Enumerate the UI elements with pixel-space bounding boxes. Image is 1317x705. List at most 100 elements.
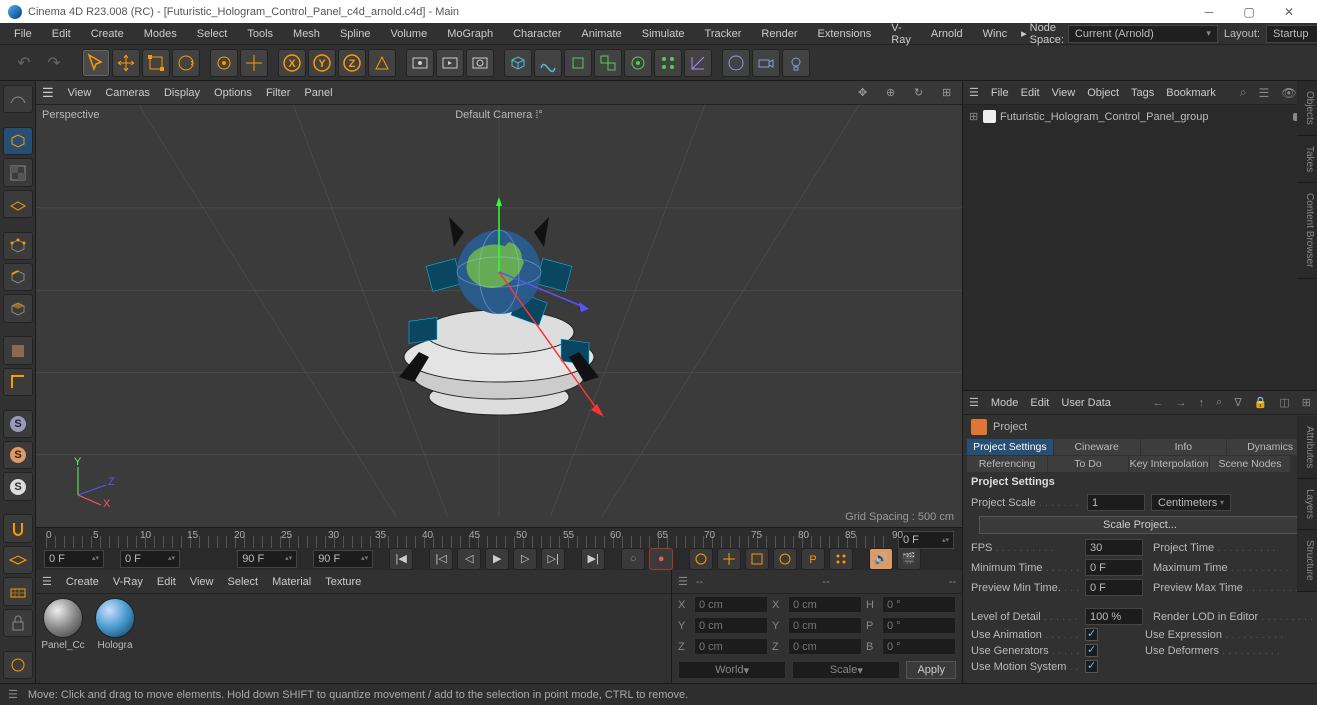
mat-menu-view[interactable]: View bbox=[190, 576, 214, 588]
menu-simulate[interactable]: Simulate bbox=[632, 25, 695, 43]
mode-texture[interactable] bbox=[3, 158, 33, 186]
nav-up-icon[interactable]: ↑ bbox=[1199, 397, 1205, 409]
snap-grid3[interactable]: S bbox=[3, 472, 33, 500]
snap-grid2[interactable]: S bbox=[3, 441, 33, 469]
add-generator[interactable] bbox=[564, 49, 592, 77]
mode-edges[interactable] bbox=[3, 263, 33, 291]
menu-file[interactable]: File bbox=[4, 25, 42, 43]
nodespace-select[interactable]: Current (Arnold) bbox=[1068, 25, 1218, 43]
menu-modes[interactable]: Modes bbox=[134, 25, 187, 43]
goto-end-button[interactable]: ▶| bbox=[581, 548, 605, 570]
tab-key-interpolation[interactable]: Key Interpolation bbox=[1129, 456, 1209, 472]
add-deformer[interactable] bbox=[684, 49, 712, 77]
render-settings[interactable] bbox=[466, 49, 494, 77]
prev-key-button[interactable]: |◁ bbox=[429, 548, 453, 570]
menu-mesh[interactable]: Mesh bbox=[283, 25, 330, 43]
tab-cineware[interactable]: Cineware bbox=[1054, 439, 1140, 455]
plus-icon[interactable]: ⊞ bbox=[1302, 396, 1311, 409]
tool-move[interactable] bbox=[112, 49, 140, 77]
autokey-button[interactable]: ● bbox=[649, 548, 673, 570]
layout-select[interactable]: Startup bbox=[1266, 25, 1317, 43]
misc-icon[interactable] bbox=[3, 651, 33, 679]
key-move-button[interactable] bbox=[717, 548, 741, 570]
hamburger-icon[interactable]: ☰ bbox=[969, 86, 979, 99]
vp-menu-view[interactable]: View bbox=[68, 87, 92, 99]
key-rot-button[interactable] bbox=[773, 548, 797, 570]
use-motion-check[interactable] bbox=[1085, 660, 1098, 673]
coord-space-select[interactable]: World ▾ bbox=[678, 661, 786, 679]
menu-edit[interactable]: Edit bbox=[42, 25, 81, 43]
menu-arnold[interactable]: Arnold bbox=[921, 25, 973, 43]
use-generators-check[interactable] bbox=[1085, 644, 1098, 657]
new-icon[interactable]: ◫ bbox=[1279, 396, 1289, 409]
om-menu-tags[interactable]: Tags bbox=[1131, 87, 1154, 99]
record-button[interactable]: ○ bbox=[621, 548, 645, 570]
mat-menu-vray[interactable]: V-Ray bbox=[113, 576, 143, 588]
add-environment[interactable] bbox=[722, 49, 750, 77]
lock-icon[interactable] bbox=[3, 609, 33, 637]
next-frame-button[interactable]: ▷ bbox=[513, 548, 537, 570]
menu-volume[interactable]: Volume bbox=[381, 25, 438, 43]
prev-frame-button[interactable]: ◁ bbox=[457, 548, 481, 570]
scale-project-button[interactable]: Scale Project... bbox=[979, 516, 1301, 534]
goto-frame-field[interactable]: 0 F bbox=[898, 531, 954, 549]
sidetab-layers[interactable]: Layers bbox=[1297, 479, 1317, 530]
axis-z[interactable]: Z bbox=[338, 49, 366, 77]
search-icon[interactable]: ⌕ bbox=[1240, 85, 1247, 100]
material-item[interactable]: Hologra bbox=[92, 598, 138, 679]
lock-icon[interactable]: 🔒 bbox=[1254, 396, 1268, 409]
tool-lastused[interactable] bbox=[210, 49, 238, 77]
mode-points[interactable] bbox=[3, 232, 33, 260]
om-menu-file[interactable]: File bbox=[991, 87, 1009, 99]
menu-select[interactable]: Select bbox=[187, 25, 238, 43]
undo-button[interactable]: ↶ bbox=[10, 52, 38, 74]
size-z-field[interactable]: 0 cm bbox=[788, 638, 862, 655]
sound-button[interactable]: 🔊 bbox=[869, 548, 893, 570]
project-scale-field[interactable]: 1 bbox=[1087, 494, 1145, 511]
menu-create[interactable]: Create bbox=[81, 25, 134, 43]
sidetab-takes[interactable]: Takes bbox=[1297, 136, 1317, 183]
tool-scale[interactable] bbox=[142, 49, 170, 77]
tool-crosshair[interactable] bbox=[240, 49, 268, 77]
total-frames-field[interactable]: 90 F bbox=[313, 550, 373, 568]
vp-menu-display[interactable]: Display bbox=[164, 87, 200, 99]
mat-menu-select[interactable]: Select bbox=[228, 576, 259, 588]
preview-min-field[interactable]: 0 F bbox=[1085, 579, 1143, 596]
sidetab-objects[interactable]: Objects bbox=[1297, 81, 1317, 136]
render-view[interactable] bbox=[406, 49, 434, 77]
rot-p-field[interactable]: 0 ° bbox=[882, 617, 956, 634]
play-button[interactable]: ▶ bbox=[485, 548, 509, 570]
vp-nav-icon3[interactable]: ↻ bbox=[914, 86, 928, 100]
key-scale-button[interactable] bbox=[745, 548, 769, 570]
vp-menu-filter[interactable]: Filter bbox=[266, 87, 290, 99]
add-cube[interactable] bbox=[504, 49, 532, 77]
size-y-field[interactable]: 0 cm bbox=[788, 617, 862, 634]
enable-axis[interactable] bbox=[3, 336, 33, 364]
vp-menu-panel[interactable]: Panel bbox=[304, 87, 332, 99]
axis-y[interactable]: Y bbox=[308, 49, 336, 77]
vp-menu-options[interactable]: Options bbox=[214, 87, 252, 99]
min-time-field[interactable]: 0 F bbox=[1085, 559, 1143, 576]
timeline-ruler[interactable]: 0 F 051015202530354045505560657075808590 bbox=[46, 528, 892, 548]
add-light[interactable] bbox=[782, 49, 810, 77]
menu-character[interactable]: Character bbox=[503, 25, 571, 43]
attr-menu-mode[interactable]: Mode bbox=[991, 397, 1019, 409]
coord-system[interactable] bbox=[368, 49, 396, 77]
use-animation-check[interactable] bbox=[1085, 628, 1098, 641]
key-param-button[interactable]: P bbox=[801, 548, 825, 570]
project-scale-unit[interactable]: Centimeters bbox=[1151, 494, 1231, 511]
mat-menu-texture[interactable]: Texture bbox=[325, 576, 361, 588]
tab-referencing[interactable]: Referencing bbox=[967, 456, 1047, 472]
filter-icon[interactable]: ☰ bbox=[1259, 86, 1270, 100]
size-x-field[interactable]: 0 cm bbox=[788, 596, 862, 613]
tab-info[interactable]: Info bbox=[1141, 439, 1227, 455]
sidetab-structure[interactable]: Structure bbox=[1297, 530, 1317, 592]
attr-menu-edit[interactable]: Edit bbox=[1030, 397, 1049, 409]
viewport[interactable]: Perspective Default Camera ⁞° Grid Spaci… bbox=[36, 105, 962, 528]
render-pv[interactable] bbox=[436, 49, 464, 77]
workplane-icon2[interactable] bbox=[3, 577, 33, 605]
enable-snap[interactable] bbox=[3, 368, 33, 396]
hamburger-icon[interactable]: ☰ bbox=[42, 575, 52, 588]
vp-maximize-icon[interactable]: ⊞ bbox=[942, 86, 956, 100]
fps-field[interactable]: 30 bbox=[1085, 539, 1143, 556]
